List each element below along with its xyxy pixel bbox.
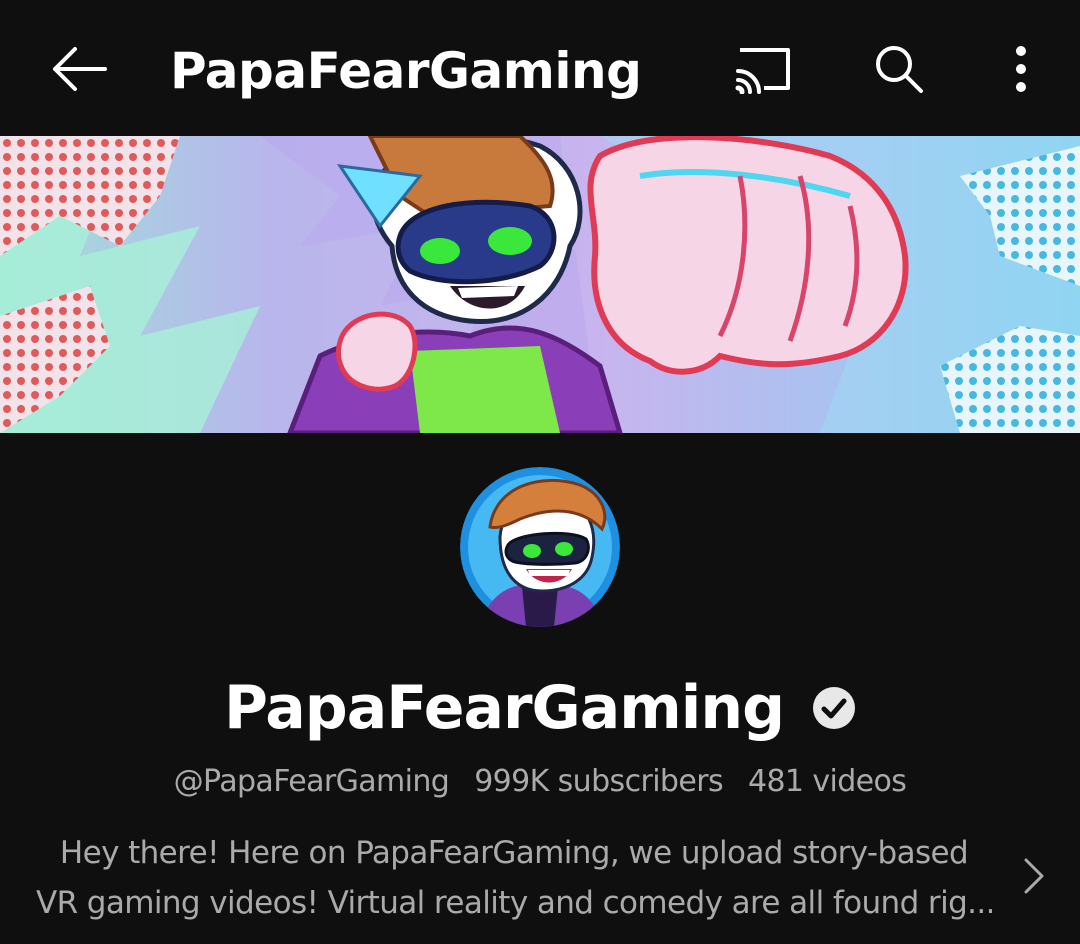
back-arrow-icon xyxy=(53,47,107,91)
more-vertical-icon xyxy=(1016,46,1026,92)
page-title: PapaFearGaming xyxy=(170,42,642,100)
channel-meta: @PapaFearGaming 999K subscribers 481 vid… xyxy=(0,762,1080,802)
description-line-2: VR gaming videos! Virtual reality and co… xyxy=(36,885,992,921)
verified-badge-icon xyxy=(812,686,856,730)
channel-description[interactable]: Hey there! Here on PapaFearGaming, we up… xyxy=(36,828,992,928)
banner-artwork xyxy=(0,136,1080,433)
channel-avatar[interactable] xyxy=(460,467,620,627)
more-options-button[interactable] xyxy=(986,38,1056,100)
description-expand-button[interactable] xyxy=(1012,848,1056,904)
chevron-right-icon xyxy=(1024,858,1044,894)
cast-button[interactable] xyxy=(728,38,798,100)
back-button[interactable] xyxy=(48,40,110,98)
avatar-image xyxy=(460,467,620,627)
search-icon xyxy=(876,46,923,93)
cast-icon xyxy=(735,48,790,94)
video-count: 481 videos xyxy=(747,764,907,799)
channel-banner xyxy=(0,136,1080,433)
subscriber-count: 999K subscribers xyxy=(474,764,724,799)
search-button[interactable] xyxy=(864,38,934,100)
top-app-bar: PapaFearGaming xyxy=(0,0,1080,136)
channel-name: PapaFearGaming xyxy=(223,673,785,743)
description-line-1: Hey there! Here on PapaFearGaming, we up… xyxy=(59,835,969,871)
channel-name-row: PapaFearGaming xyxy=(0,668,1080,748)
channel-handle: @PapaFearGaming xyxy=(173,764,450,799)
